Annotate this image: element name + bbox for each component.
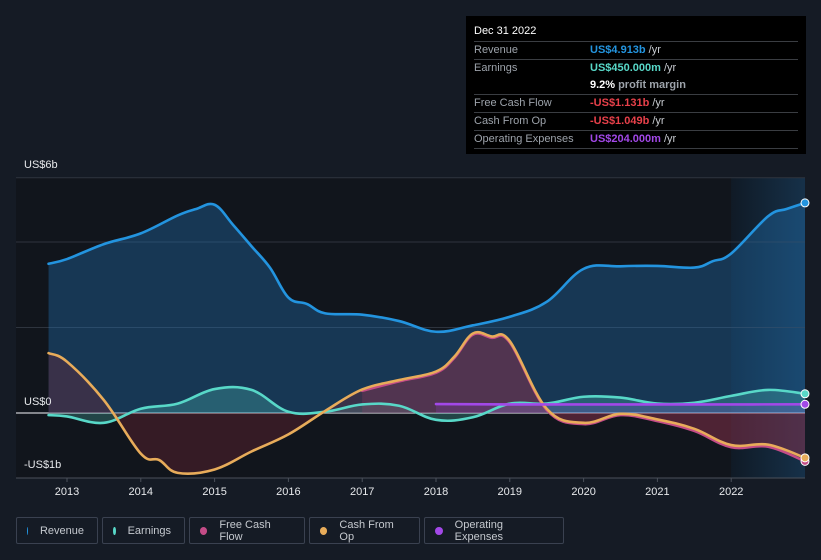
tooltip-row-profit-margin: 9.2% profit margin — [474, 77, 798, 95]
x-tick-label: 2016 — [276, 486, 300, 498]
legend-item-operating-expenses[interactable]: Operating Expenses — [424, 517, 564, 544]
cash-from-op-dot-icon — [320, 526, 328, 535]
revenue-end-marker — [800, 198, 810, 208]
tooltip-label: Earnings — [474, 62, 518, 74]
tooltip-value: 9.2% — [590, 79, 616, 91]
x-tick-label: 2014 — [129, 486, 153, 498]
tooltip-value: US$204.000m — [590, 133, 661, 145]
tooltip-date: Dec 31 2022 — [474, 24, 798, 42]
tooltip-row-earnings: Earnings US$450.000m /yr — [474, 60, 798, 77]
legend-label: Revenue — [39, 524, 84, 537]
tooltip-label: Revenue — [474, 44, 519, 56]
legend-label: Free Cash Flow — [219, 518, 271, 543]
tooltip-unit: /yr — [648, 44, 661, 56]
legend-item-revenue[interactable]: Revenue — [16, 517, 98, 544]
x-tick-label: 2019 — [498, 486, 522, 498]
tooltip-value: US$450.000m — [590, 62, 661, 74]
tooltip-unit: /yr — [652, 115, 665, 127]
y-axis-label-top: US$6b — [24, 159, 58, 171]
x-tick-label: 2017 — [350, 486, 374, 498]
tooltip-label — [474, 77, 590, 94]
legend-item-free-cash-flow[interactable]: Free Cash Flow — [189, 517, 305, 544]
chart-legend: Revenue Earnings Free Cash Flow Cash Fro… — [16, 517, 564, 544]
earnings-end-marker — [800, 389, 810, 399]
legend-item-earnings[interactable]: Earnings — [102, 517, 185, 544]
x-tick-label: 2013 — [55, 486, 79, 498]
x-tick-label: 2015 — [202, 486, 226, 498]
tooltip-unit: /yr — [663, 62, 677, 74]
tooltip-value: US$4.913b — [590, 44, 646, 56]
tooltip-label: Free Cash Flow — [474, 97, 552, 109]
x-tick-label: 2022 — [719, 486, 743, 498]
legend-label: Cash From Op — [339, 518, 394, 543]
y-axis-label-bottom: -US$1b — [24, 459, 62, 471]
tooltip-label: Operating Expenses — [474, 133, 574, 145]
legend-item-cash-from-op[interactable]: Cash From Op — [309, 517, 420, 544]
revenue-dot-icon — [27, 526, 28, 535]
free-cash-flow-dot-icon — [200, 526, 208, 535]
x-tick-label: 2021 — [645, 486, 669, 498]
tooltip-row-operating-expenses: Operating Expenses US$204.000m /yr — [474, 131, 798, 149]
tooltip-panel: Dec 31 2022 Revenue US$4.913b /yr Earnin… — [466, 16, 806, 154]
x-tick-label: 2018 — [424, 486, 448, 498]
tooltip-row-cash-from-op: Cash From Op -US$1.049b /yr — [474, 113, 798, 131]
tooltip-unit: profit margin — [618, 79, 686, 91]
x-tick-label: 2020 — [571, 486, 595, 498]
tooltip-row-revenue: Revenue US$4.913b /yr — [474, 42, 798, 60]
tooltip-unit: /yr — [663, 133, 677, 145]
earnings-dot-icon — [113, 526, 116, 535]
tooltip-value: -US$1.049b — [590, 115, 650, 127]
legend-label: Earnings — [127, 524, 171, 537]
tooltip-unit: /yr — [652, 97, 665, 109]
legend-label: Operating Expenses — [454, 518, 503, 543]
tooltip-value: -US$1.131b — [590, 97, 650, 109]
tooltip-label: Cash From Op — [474, 115, 547, 127]
operating-expenses-end-marker — [800, 399, 810, 409]
tooltip-row-free-cash-flow: Free Cash Flow -US$1.131b /yr — [474, 95, 798, 113]
operating-expenses-dot-icon — [435, 526, 443, 535]
y-axis-label-zero: US$0 — [24, 396, 52, 408]
cash-from-op-end-marker — [800, 453, 810, 463]
